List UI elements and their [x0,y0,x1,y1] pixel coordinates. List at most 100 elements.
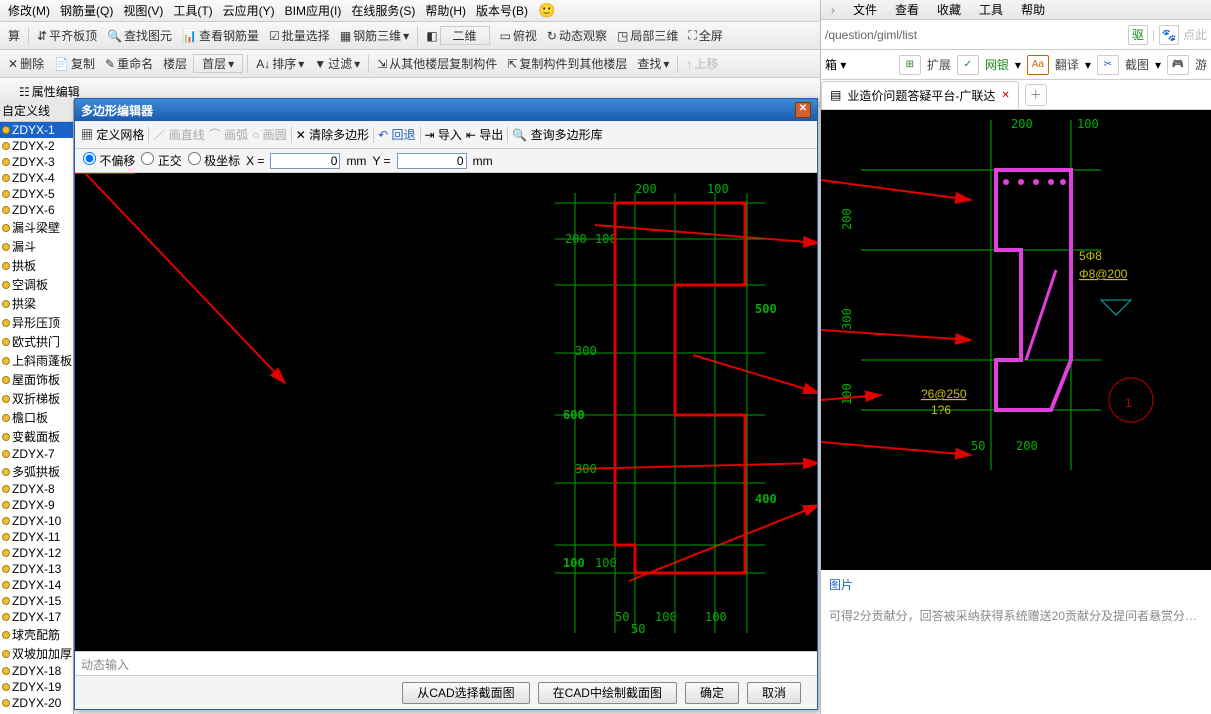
bank-icon[interactable]: ✓ [957,55,979,75]
tab-close-icon[interactable]: ✕ [1001,90,1009,101]
tree-item[interactable]: 檐口板 [0,408,73,427]
emoji-icon[interactable]: 🙂 [538,2,555,19]
address-text[interactable]: /question/giml/list [825,28,917,42]
menu-rebar[interactable]: 钢筋量(Q) [60,2,113,19]
tree-item[interactable]: 双坡加加厚 [0,644,73,663]
menu-version[interactable]: 版本号(B) [476,2,528,19]
site-badge-icon[interactable]: 驱 [1128,25,1148,45]
tree-item[interactable]: 多弧拱板 [0,462,73,481]
ok-button[interactable]: 确定 [685,682,739,704]
tree-item[interactable]: 欧式拱门 [0,332,73,351]
menu-tools[interactable]: 工具(T) [173,2,212,19]
tree-item[interactable]: 变截面板 [0,427,73,446]
x-input[interactable] [270,153,340,169]
tree-item[interactable]: ZDYX-10 [0,513,73,529]
from-cad-button[interactable]: 从CAD选择截面图 [402,682,529,704]
search-button[interactable]: 查找▾ [633,53,673,74]
menu-bim[interactable]: BIM应用(I) [285,2,342,19]
dynamic-view-button[interactable]: ↻动态观察 [543,25,611,46]
calc-button[interactable]: 算 [4,25,24,46]
tree-item[interactable]: ZDYX-12 [0,545,73,561]
component-tree[interactable]: ZDYX-1ZDYX-2ZDYX-3ZDYX-4ZDYX-5ZDYX-6漏斗梁壁… [0,122,73,714]
tree-item[interactable]: ZDYX-6 [0,202,73,218]
screenshot-icon[interactable]: ✂ [1097,55,1119,75]
browser-menu-help[interactable]: 帮助 [1021,1,1045,18]
perspective-button[interactable]: ▭俯视 [496,25,541,46]
translate-icon[interactable]: Aa [1027,55,1049,75]
clear-polygon-button[interactable]: ✕ 清除多边形 [296,126,369,143]
tree-item[interactable]: ZDYX-18 [0,663,73,679]
tree-item[interactable]: 双折梯板 [0,389,73,408]
noshift-radio[interactable]: 不偏移 [83,152,135,169]
ortho-radio[interactable]: 正交 [141,152,181,169]
sort-button[interactable]: A↓排序▾ [252,53,308,74]
rename-button[interactable]: ✎重命名 [101,53,157,74]
browser-menu-tools[interactable]: 工具 [979,1,1003,18]
tree-item[interactable]: 异形压顶 [0,313,73,332]
menu-online[interactable]: 在线服务(S) [351,2,415,19]
view2d-button[interactable]: ◧二维 [422,24,493,47]
tree-item[interactable]: ZDYX-13 [0,561,73,577]
tree-item[interactable]: ZDYX-8 [0,481,73,497]
search-placeholder[interactable]: 点此 [1183,26,1207,43]
tree-item[interactable]: ZDYX-3 [0,154,73,170]
draw-line-button[interactable]: ／ 画直线 [153,126,204,143]
tree-item[interactable]: 拱板 [0,256,73,275]
tree-item[interactable]: 上斜雨蓬板 [0,351,73,370]
floor-select[interactable]: 首层▾ [193,54,243,73]
browser-menu-arrow-icon[interactable]: › [831,3,835,17]
define-grid-button[interactable]: ▦ 定义网格 [81,126,144,143]
image-label[interactable]: 图片 [829,578,853,592]
tree-item[interactable]: 空调板 [0,275,73,294]
filter-button[interactable]: ▼过滤▾ [310,53,364,74]
close-icon[interactable]: ✕ [795,102,811,118]
tree-item[interactable]: 球壳配筋 [0,625,73,644]
tree-item[interactable]: ZDYX-9 [0,497,73,513]
dynamic-input-bar[interactable]: 动态输入 [75,651,817,675]
tree-item[interactable]: 屋面饰板 [0,370,73,389]
cancel-button[interactable]: 取消 [747,682,801,704]
fullscreen-button[interactable]: ⛶全屏 [684,25,726,46]
y-input[interactable] [397,153,467,169]
find-elem-button[interactable]: 🔍查找图元 [103,25,176,46]
tree-item[interactable]: ZDYX-7 [0,446,73,462]
align-button[interactable]: ⇵平齐板顶 [33,25,101,46]
local-3d-button[interactable]: ◳局部三维 [613,25,682,46]
polar-radio[interactable]: 极坐标 [188,152,240,169]
menu-cloud[interactable]: 云应用(Y) [223,2,275,19]
tree-item[interactable]: ZDYX-14 [0,577,73,593]
browser-tab[interactable]: ▤ 业造价问题答疑平台-广联达 ✕ [821,81,1019,109]
menu-help[interactable]: 帮助(H) [425,2,466,19]
copy-button[interactable]: 📄复制 [50,53,99,74]
tree-item[interactable]: ZDYX-19 [0,679,73,695]
browser-menu-file[interactable]: 文件 [853,1,877,18]
menu-modify[interactable]: 修改(M) [8,2,50,19]
browser-menu-fav[interactable]: 收藏 [937,1,961,18]
batch-select-button[interactable]: ☑批量选择 [265,25,334,46]
tree-item[interactable]: 拱梁 [0,294,73,313]
draw-arc-button[interactable]: ⌒ 画弧 [209,126,248,143]
export-button[interactable]: ⇤ 导出 [466,126,503,143]
new-tab-button[interactable]: ＋ [1025,84,1047,106]
undo-button[interactable]: ↶ 回退 [378,126,415,143]
tree-item[interactable]: ZDYX-20 [0,695,73,711]
tree-item[interactable]: ZDYX-4 [0,170,73,186]
delete-button[interactable]: ✕删除 [4,53,48,74]
paw-icon[interactable]: 🐾 [1159,25,1179,45]
copy-to-floor-button[interactable]: ⇱复制构件到其他楼层 [503,53,631,74]
menu-view[interactable]: 视图(V) [123,2,163,19]
tree-item[interactable]: ZDYX-1 [0,122,73,138]
view-rebar-button[interactable]: 📊查看钢筋量 [178,25,263,46]
tree-item[interactable]: ZDYX-5 [0,186,73,202]
query-library-button[interactable]: 🔍 查询多边形库 [512,126,602,143]
draw-circle-button[interactable]: ○ 画圆 [252,126,287,143]
tree-item[interactable]: ZDYX-2 [0,138,73,154]
rebar-3d-button[interactable]: ▦钢筋三维▾ [336,25,413,46]
tree-item[interactable]: ZDYX-11 [0,529,73,545]
tree-item[interactable]: 漏斗梁壁 [0,218,73,237]
dialog-titlebar[interactable]: 多边形编辑器 ✕ [75,99,817,121]
browser-menu-view[interactable]: 查看 [895,1,919,18]
draw-in-cad-button[interactable]: 在CAD中绘制截面图 [538,682,677,704]
tree-item[interactable]: 漏斗 [0,237,73,256]
tree-item[interactable]: ZDYX-15 [0,593,73,609]
